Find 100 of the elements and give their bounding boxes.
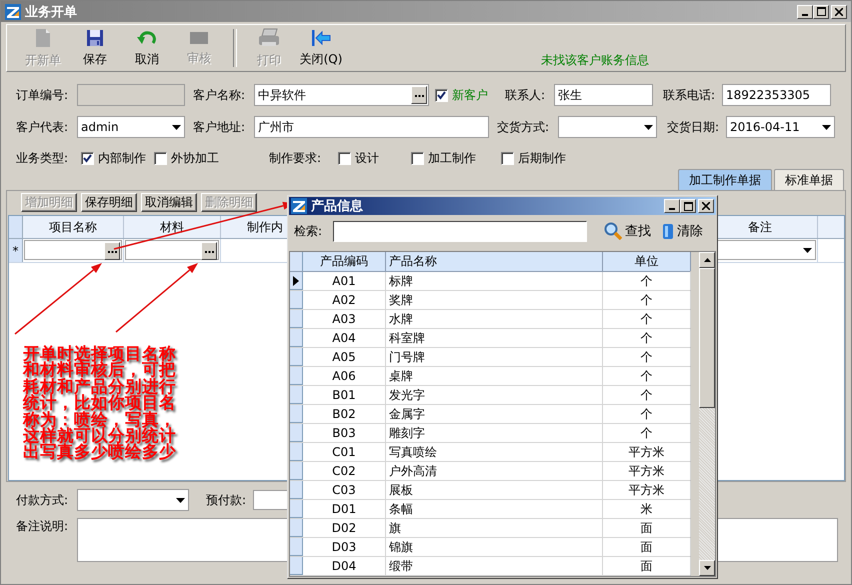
table-cell: A04	[332, 331, 356, 345]
find-button[interactable]: 查找	[604, 222, 652, 240]
input-field[interactable]	[125, 240, 219, 260]
scroll-thumb[interactable]	[699, 268, 715, 408]
checkbox[interactable]	[154, 152, 167, 164]
input-field[interactable]: 张生	[554, 84, 653, 106]
row-selector[interactable]	[290, 272, 303, 290]
ellipsis-icon	[414, 94, 424, 96]
close-button[interactable]	[831, 4, 847, 18]
table-cell: 平方米	[628, 482, 664, 498]
table-cell: D04	[332, 559, 356, 573]
table-cell: C02	[332, 464, 356, 478]
minimize-icon	[669, 208, 675, 210]
field-label: 预付款:	[206, 492, 248, 508]
caret-icon	[822, 124, 831, 130]
table-cell: 个	[640, 272, 652, 290]
search-icon	[604, 222, 622, 240]
document-icon	[34, 28, 52, 48]
input-field[interactable]: 中异软件	[254, 84, 429, 106]
toolbar-button[interactable]: 取消	[121, 25, 173, 71]
table-cell: 个	[640, 292, 652, 308]
input-field[interactable]: 18922353305	[722, 84, 831, 106]
checkbox[interactable]	[435, 88, 448, 102]
field-label: 交货方式:	[497, 118, 550, 136]
checkbox-label: 后期制作	[518, 150, 566, 166]
checkbox[interactable]	[81, 152, 94, 164]
table-cell: D03	[332, 540, 356, 554]
table-cell: D01	[332, 502, 356, 516]
scroll-up-button[interactable]	[699, 252, 715, 268]
window-title: 业务开单	[25, 4, 78, 20]
down-arrow-icon	[704, 566, 710, 570]
checkbox-label: 新客户	[452, 86, 489, 104]
table-cell: 门号牌	[389, 348, 425, 366]
detail-button[interactable]: 保存明细	[81, 193, 137, 212]
clear-button[interactable]: 清除	[662, 222, 704, 240]
checkmark-icon	[436, 90, 447, 100]
minimize-button[interactable]	[797, 4, 813, 18]
field-label: 付款方式:	[16, 492, 70, 508]
table-cell: C01	[332, 445, 356, 459]
table-cell: A01	[332, 274, 356, 288]
ellipsis-button[interactable]	[104, 242, 120, 260]
table-cell: 个	[640, 424, 652, 442]
tab[interactable]: 标准单据	[774, 169, 844, 190]
column-header: 备注	[748, 218, 772, 236]
close-button[interactable]	[698, 199, 714, 213]
caret-icon	[172, 124, 181, 130]
dropdown[interactable]: admin	[77, 116, 185, 138]
scrollbar[interactable]	[699, 252, 715, 576]
maximize-button[interactable]	[680, 199, 696, 213]
field-label: 交货日期:	[667, 118, 720, 136]
detail-button[interactable]: 取消编辑	[141, 193, 197, 212]
toolbar-button[interactable]: 保存	[69, 25, 121, 71]
checkbox-label: 内部制作	[98, 150, 146, 166]
input-field[interactable]: 广州市	[254, 116, 489, 138]
close-icon	[702, 202, 710, 210]
caret-icon	[803, 248, 812, 252]
field-label: 制作要求:	[269, 150, 322, 166]
ellipsis-button[interactable]	[411, 86, 427, 104]
table-cell: 写真喷绘	[389, 444, 437, 460]
table-cell: 科室牌	[389, 330, 425, 346]
table-cell: B01	[332, 388, 356, 402]
status-message: 未找该客户账务信息	[541, 52, 649, 69]
field-label: 客户地址:	[193, 118, 246, 136]
ellipsis-button[interactable]	[201, 242, 217, 260]
scroll-down-button[interactable]	[699, 560, 715, 576]
table-cell: 雕刻字	[389, 424, 425, 442]
save-icon	[86, 28, 104, 46]
tab[interactable]: 加工制作单据	[678, 169, 772, 190]
checkbox-label: 加工制作	[428, 150, 476, 166]
column-header: 材料	[160, 218, 184, 236]
input-field[interactable]	[24, 240, 122, 260]
column-header: 产品名称	[389, 253, 437, 270]
exit-arrow-icon	[311, 28, 331, 46]
checkbox[interactable]	[501, 152, 514, 164]
toolbar-button[interactable]: 关闭(Q)	[295, 25, 347, 71]
field-label: 联系人:	[505, 86, 546, 104]
checkbox[interactable]	[411, 152, 424, 164]
ellipsis-icon	[108, 250, 116, 252]
table-cell: 水牌	[389, 310, 413, 328]
table-cell: 面	[640, 538, 652, 556]
table-cell: 平方米	[628, 462, 664, 480]
table-cell: 奖牌	[389, 292, 413, 308]
table-cell: 个	[640, 386, 652, 404]
date-picker[interactable]: 2016-04-11	[726, 116, 835, 138]
table-cell: 旗	[389, 520, 401, 536]
field-label: 客户代表:	[16, 118, 70, 136]
column-header: 制作内	[247, 218, 283, 236]
caret-icon	[176, 498, 185, 502]
checkbox[interactable]	[338, 152, 351, 164]
table-cell: D02	[332, 521, 356, 535]
printer-icon	[258, 28, 280, 48]
minimize-icon	[802, 14, 808, 16]
search-field[interactable]	[333, 220, 588, 242]
table-cell: A03	[332, 312, 356, 326]
minimize-button[interactable]	[664, 199, 680, 213]
table-cell: 发光字	[389, 386, 425, 404]
table-cell: 个	[640, 348, 652, 366]
app-logo-icon	[291, 198, 307, 214]
table-cell: 面	[640, 520, 652, 536]
maximize-button[interactable]	[813, 4, 829, 18]
